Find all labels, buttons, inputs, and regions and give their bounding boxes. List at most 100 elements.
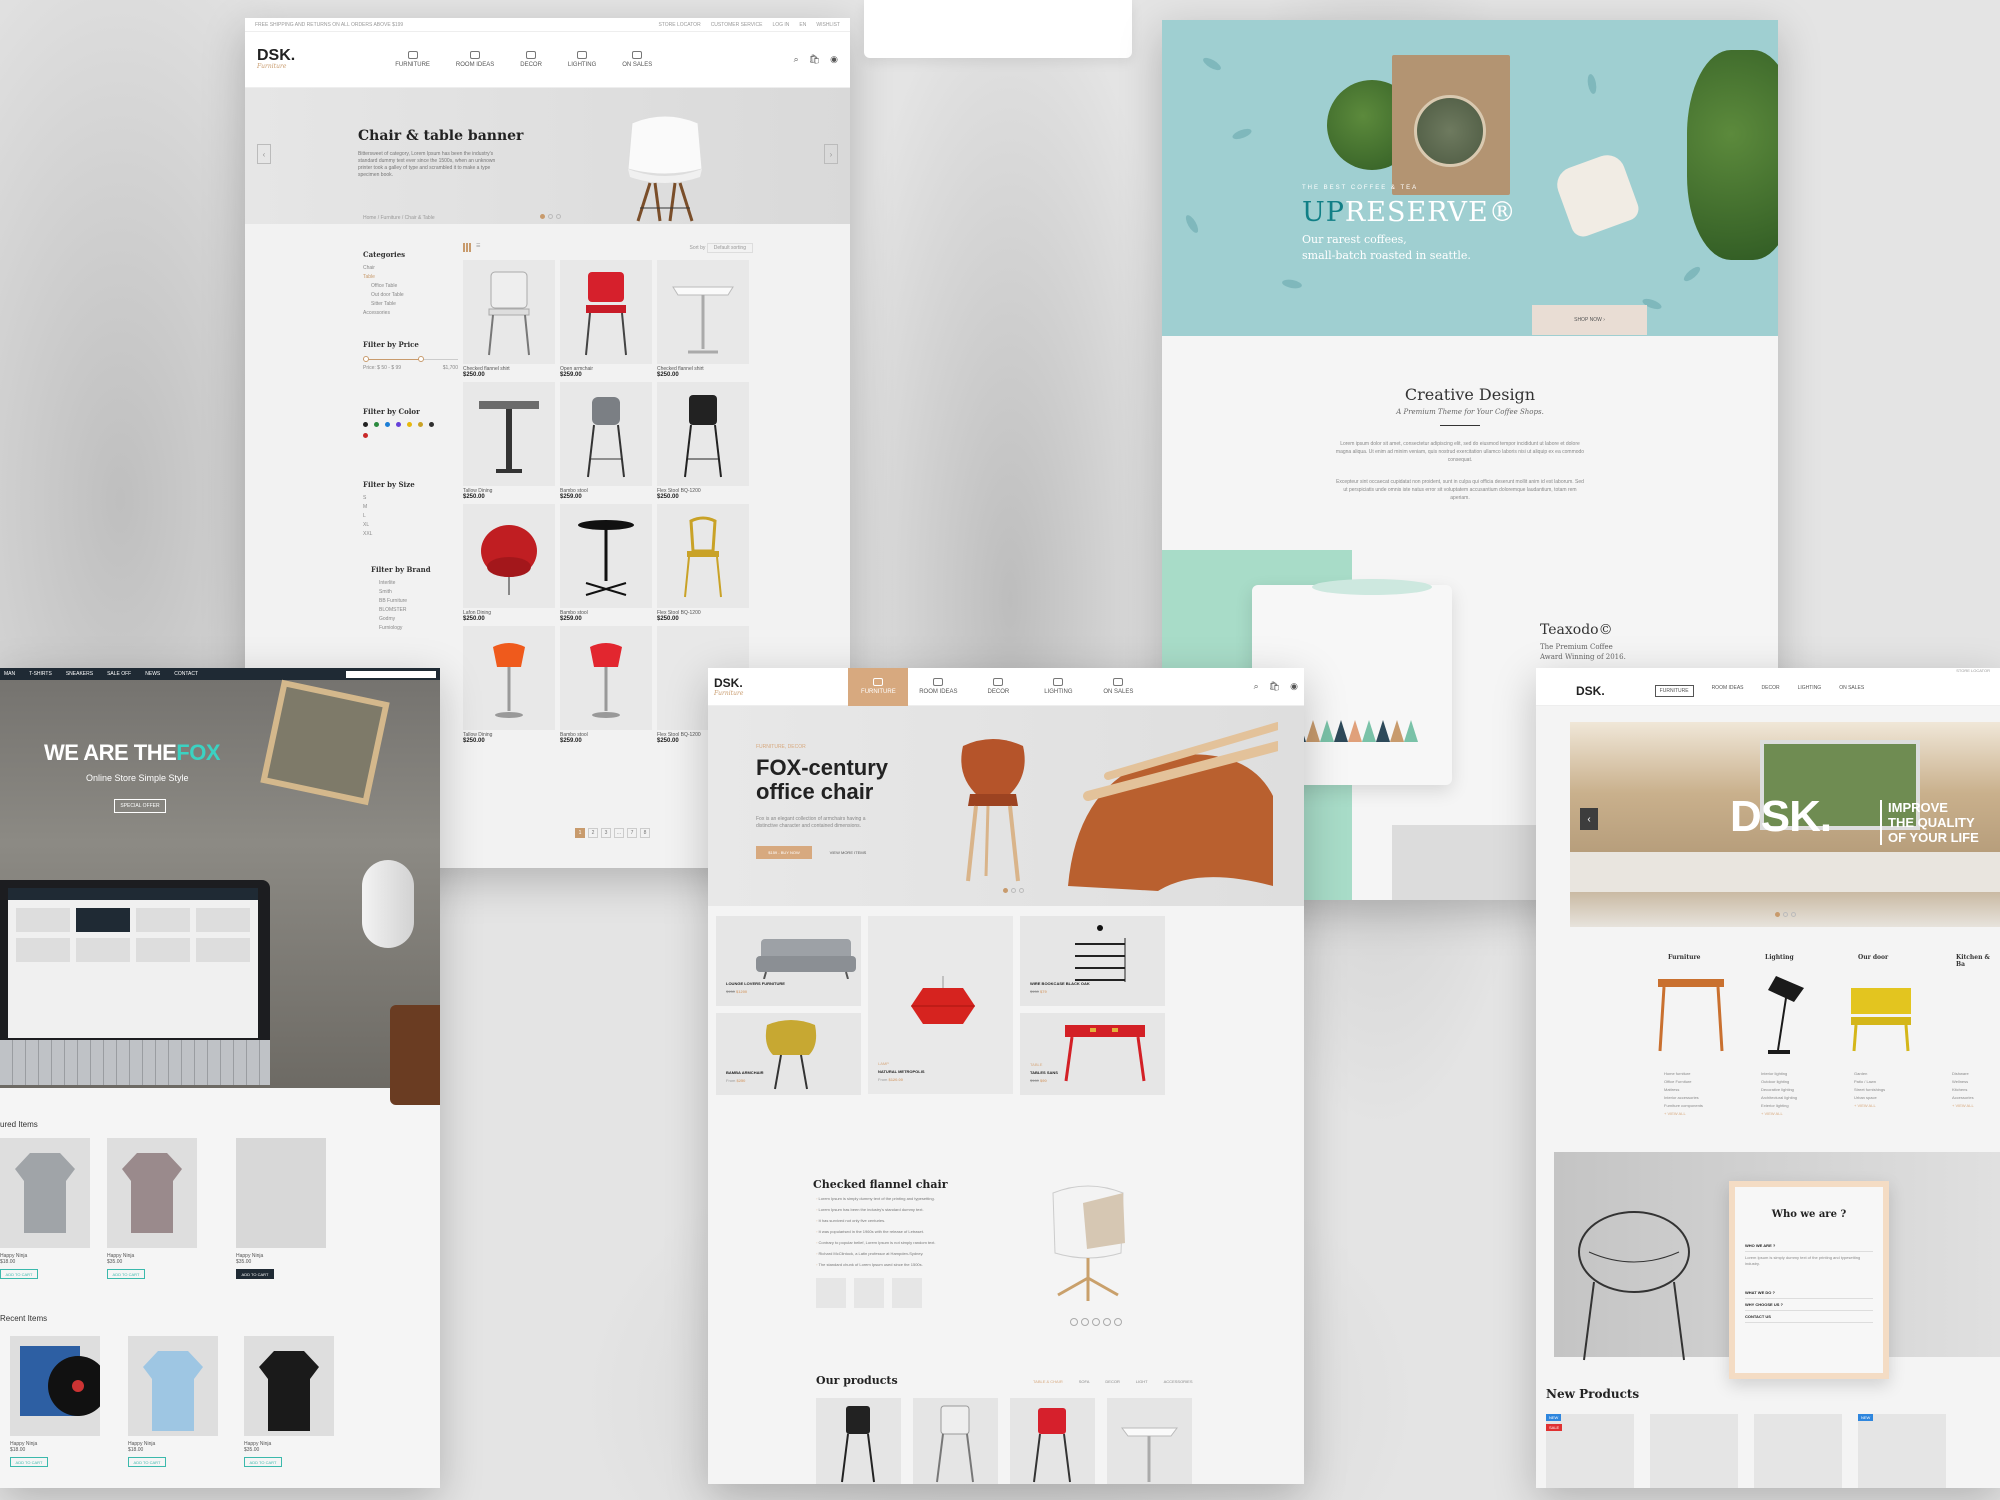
product-tile[interactable]: LAMP NATURAL METROPOLIS From $120.00 — [868, 916, 1013, 1094]
brand-option[interactable]: Furniology — [379, 625, 463, 631]
list-view-icon[interactable]: ☰ — [476, 243, 480, 252]
nav-decor[interactable]: DECOR — [520, 51, 542, 68]
color-swatch[interactable] — [418, 422, 423, 427]
product-card[interactable]: Happy Ninja $35.00 ADD TO CART — [107, 1138, 197, 1279]
nav-furniture[interactable]: FURNITURE — [848, 668, 909, 706]
product-card[interactable]: Flex Stool BQ-1200 $250.00 — [657, 504, 749, 622]
color-swatch[interactable] — [385, 422, 390, 427]
product-card[interactable]: NEW SALE — [1546, 1414, 1634, 1488]
tab-decor[interactable]: DECOR — [1105, 1379, 1119, 1384]
accordion-contact-us[interactable]: CONTACT US — [1745, 1311, 1873, 1323]
product-card[interactable]: Tallow Dining $250.00 — [463, 626, 555, 744]
shop-now-button[interactable]: SHOP NOW › — [1532, 305, 1647, 335]
add-to-cart-button[interactable]: ADD TO CART — [0, 1269, 38, 1279]
hero-dots[interactable] — [1775, 912, 1796, 917]
product-card[interactable]: Happy Ninja $35.00 ADD TO CART — [236, 1138, 326, 1279]
color-swatch[interactable] — [407, 422, 412, 427]
thumbnail[interactable] — [854, 1278, 884, 1308]
product-card[interactable]: Open armchair $259.00 — [560, 260, 652, 378]
product-tile[interactable]: WIRE BOOKCASE BLACK OAK $150 $79 — [1020, 916, 1165, 1006]
sort-select[interactable]: Default sorting — [706, 242, 753, 253]
color-swatch[interactable] — [363, 433, 368, 438]
grid-view-icon[interactable] — [463, 243, 472, 252]
product-card[interactable]: Lafon Dining $250.00 — [463, 504, 555, 622]
nav-decor[interactable]: DECOR — [968, 668, 1028, 706]
category-item[interactable]: Office Table — [371, 283, 463, 289]
add-to-cart-button[interactable]: ADD TO CART — [128, 1457, 166, 1467]
nav-furniture[interactable]: FURNITURE — [1654, 684, 1694, 697]
nav-lighting[interactable]: LIGHTING — [568, 51, 596, 68]
logo[interactable]: DSK. Furniture — [714, 676, 743, 697]
logo[interactable]: DSK. — [1576, 684, 1605, 698]
next-arrow-icon[interactable]: › — [824, 144, 838, 164]
search-input[interactable] — [346, 670, 436, 678]
product-card[interactable]: Happy Ninja $18.00 ADD TO CART — [10, 1336, 108, 1467]
add-to-cart-button[interactable]: ADD TO CART — [10, 1457, 48, 1467]
category-item[interactable]: Sitter Table — [371, 301, 463, 307]
page-button[interactable]: 1 — [575, 828, 585, 838]
color-swatch[interactable] — [429, 422, 434, 427]
size-option[interactable]: M — [363, 504, 463, 510]
tab-light[interactable]: LIGHT — [1136, 1379, 1148, 1384]
product-card[interactable]: Happy Ninja $18.00 ADD TO CART — [128, 1336, 218, 1467]
add-to-cart-button[interactable]: ADD TO CART — [107, 1269, 145, 1279]
brand-option[interactable]: Godmy — [379, 616, 463, 622]
expand-icon[interactable] — [1114, 1318, 1122, 1326]
product-tile[interactable]: BAMBA ARMCHAIR From $250 — [716, 1013, 861, 1095]
product-card[interactable]: Happy Ninja $18.00 ADD TO CART — [0, 1138, 90, 1279]
brand-option[interactable]: Smith — [379, 589, 463, 595]
thumbnail[interactable] — [816, 1278, 846, 1308]
accordion-who-we-are[interactable]: WHO WE ARE ? — [1745, 1240, 1873, 1252]
category-item[interactable]: Out door Table — [371, 292, 463, 298]
product-card[interactable]: Bambo stool $259.00 — [560, 626, 652, 744]
product-card[interactable]: Flex Stool BQ-1200 $250.00 — [657, 382, 749, 500]
nav-room-ideas[interactable]: ROOM IDEAS — [1712, 685, 1744, 697]
color-swatch[interactable] — [374, 422, 379, 427]
user-icon[interactable]: ◉ — [1290, 681, 1298, 692]
nav-on-sales[interactable]: ON SALES — [622, 51, 652, 68]
nav-room-ideas[interactable]: ROOM IDEAS — [908, 668, 968, 706]
product-card[interactable]: NEW — [1858, 1414, 1946, 1488]
nav-item[interactable]: SNEAKERS — [66, 671, 93, 677]
thumbnail[interactable] — [892, 1278, 922, 1308]
nav-item[interactable]: NEWS — [145, 671, 160, 677]
nav-on-sales[interactable]: ON SALES — [1839, 685, 1864, 697]
wishlist-link[interactable]: WISHLIST — [816, 22, 840, 28]
product-tile[interactable]: TABLE TABLES SANS $160 $90 — [1020, 1013, 1165, 1095]
login-link[interactable]: LOG IN — [772, 22, 789, 28]
special-offer-button[interactable]: SPECIAL OFFER — [114, 799, 166, 813]
category-title[interactable]: Our door — [1858, 954, 1888, 961]
hero-dots[interactable] — [540, 214, 561, 219]
nav-on-sales[interactable]: ON SALES — [1088, 668, 1148, 706]
product-card[interactable] — [816, 1398, 901, 1484]
size-option[interactable]: L — [363, 513, 463, 519]
slider-handle-min[interactable] — [363, 356, 369, 362]
category-item[interactable]: Table — [363, 274, 463, 280]
cart-icon[interactable]: 🛍 — [1269, 681, 1280, 692]
cart-icon[interactable]: 🛍 — [809, 54, 820, 65]
twitter-icon[interactable] — [1081, 1318, 1089, 1326]
tab-table-chair[interactable]: TABLE & CHAIR — [1033, 1379, 1063, 1384]
view-more-button[interactable]: VIEW MORE ITEMS — [820, 846, 876, 859]
search-icon[interactable]: ⌕ — [794, 54, 799, 65]
page-button[interactable]: 7 — [627, 828, 637, 838]
nav-item[interactable]: MAN — [4, 671, 15, 677]
product-card[interactable]: Checked flannel shirt $250.00 — [657, 260, 749, 378]
brand-option[interactable]: BLOMSTER — [379, 607, 463, 613]
slider-handle-max[interactable] — [418, 356, 424, 362]
size-option[interactable]: XL — [363, 522, 463, 528]
product-card[interactable] — [913, 1398, 998, 1484]
brand-option[interactable]: Interlite — [379, 580, 463, 586]
store-locator-link[interactable]: STORE LOCATOR — [658, 22, 700, 28]
tab-sofa[interactable]: SOFA — [1079, 1379, 1090, 1384]
language-link[interactable]: EN — [799, 22, 806, 28]
nav-lighting[interactable]: LIGHTING — [1028, 668, 1088, 706]
user-icon[interactable]: ◉ — [830, 54, 838, 65]
customer-service-link[interactable]: CUSTOMER SERVICE — [711, 22, 763, 28]
product-card[interactable]: Happy Ninja $35.00 ADD TO CART — [244, 1336, 334, 1467]
facebook-icon[interactable] — [1070, 1318, 1078, 1326]
page-button[interactable]: 2 — [588, 828, 598, 838]
product-card[interactable]: Bambo stool $259.00 — [560, 382, 652, 500]
share-icon[interactable] — [1103, 1318, 1111, 1326]
search-icon[interactable]: ⌕ — [1254, 681, 1259, 692]
